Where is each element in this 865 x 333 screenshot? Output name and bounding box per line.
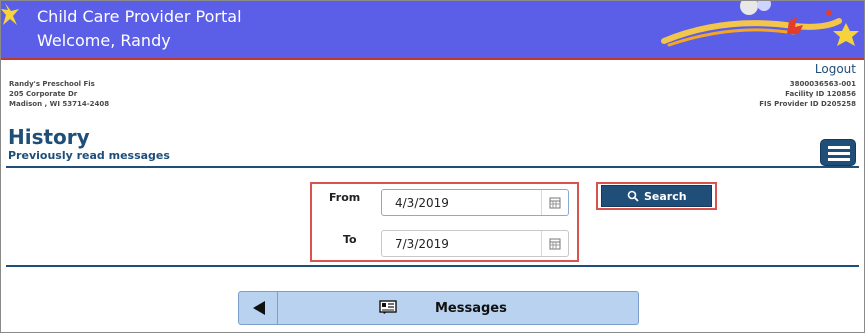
from-date-value: 4/3/2019 [395,196,449,210]
to-label: To [343,233,357,246]
search-label: Search [644,190,687,203]
search-icon [627,190,639,202]
menu-bar-icon [828,158,850,161]
page-title: History [8,125,90,149]
portal-window: Child Care Provider Portal Welcome, Rand… [0,0,865,333]
provider-ids: 3800036563-001 Facility ID 120856 FIS Pr… [759,79,856,109]
calendar-icon[interactable] [541,231,568,256]
message-icon [379,300,397,314]
messages-label: Messages [435,301,507,316]
search-button[interactable]: Search [601,185,712,207]
page-subtitle: Previously read messages [8,149,170,162]
from-date-field[interactable]: 4/3/2019 [381,189,569,216]
banner-artwork [661,1,859,47]
star-icon [1,3,19,25]
to-date-field[interactable]: 7/3/2019 [381,230,569,257]
menu-bar-icon [828,152,850,155]
arrow-left-icon [253,301,265,315]
provider-name: Randy's Preschool Fis [9,80,95,88]
header-banner: Child Care Provider Portal Welcome, Rand… [1,1,864,60]
calendar-icon[interactable] [541,190,568,215]
fis-provider-id: FIS Provider ID D205258 [759,100,856,108]
provider-street: 205 Corporate Dr [9,90,78,98]
portal-title: Child Care Provider Portal [37,7,242,26]
facility-id: Facility ID 120856 [785,90,856,98]
to-date-value: 7/3/2019 [395,237,449,251]
messages-nav-button[interactable]: Messages [238,291,639,325]
hamburger-menu-button[interactable] [820,139,856,166]
provider-city: Madison , WI 53714-2408 [9,100,110,108]
logout-link[interactable]: Logout [815,62,856,76]
menu-bar-icon [828,146,850,149]
divider [6,265,859,267]
provider-address: Randy's Preschool Fis 205 Corporate Dr M… [9,79,109,109]
provider-number: 3800036563-001 [789,80,856,88]
back-button[interactable] [239,292,278,324]
welcome-text: Welcome, Randy [37,31,171,50]
from-label: From [329,191,361,204]
divider [6,166,859,168]
